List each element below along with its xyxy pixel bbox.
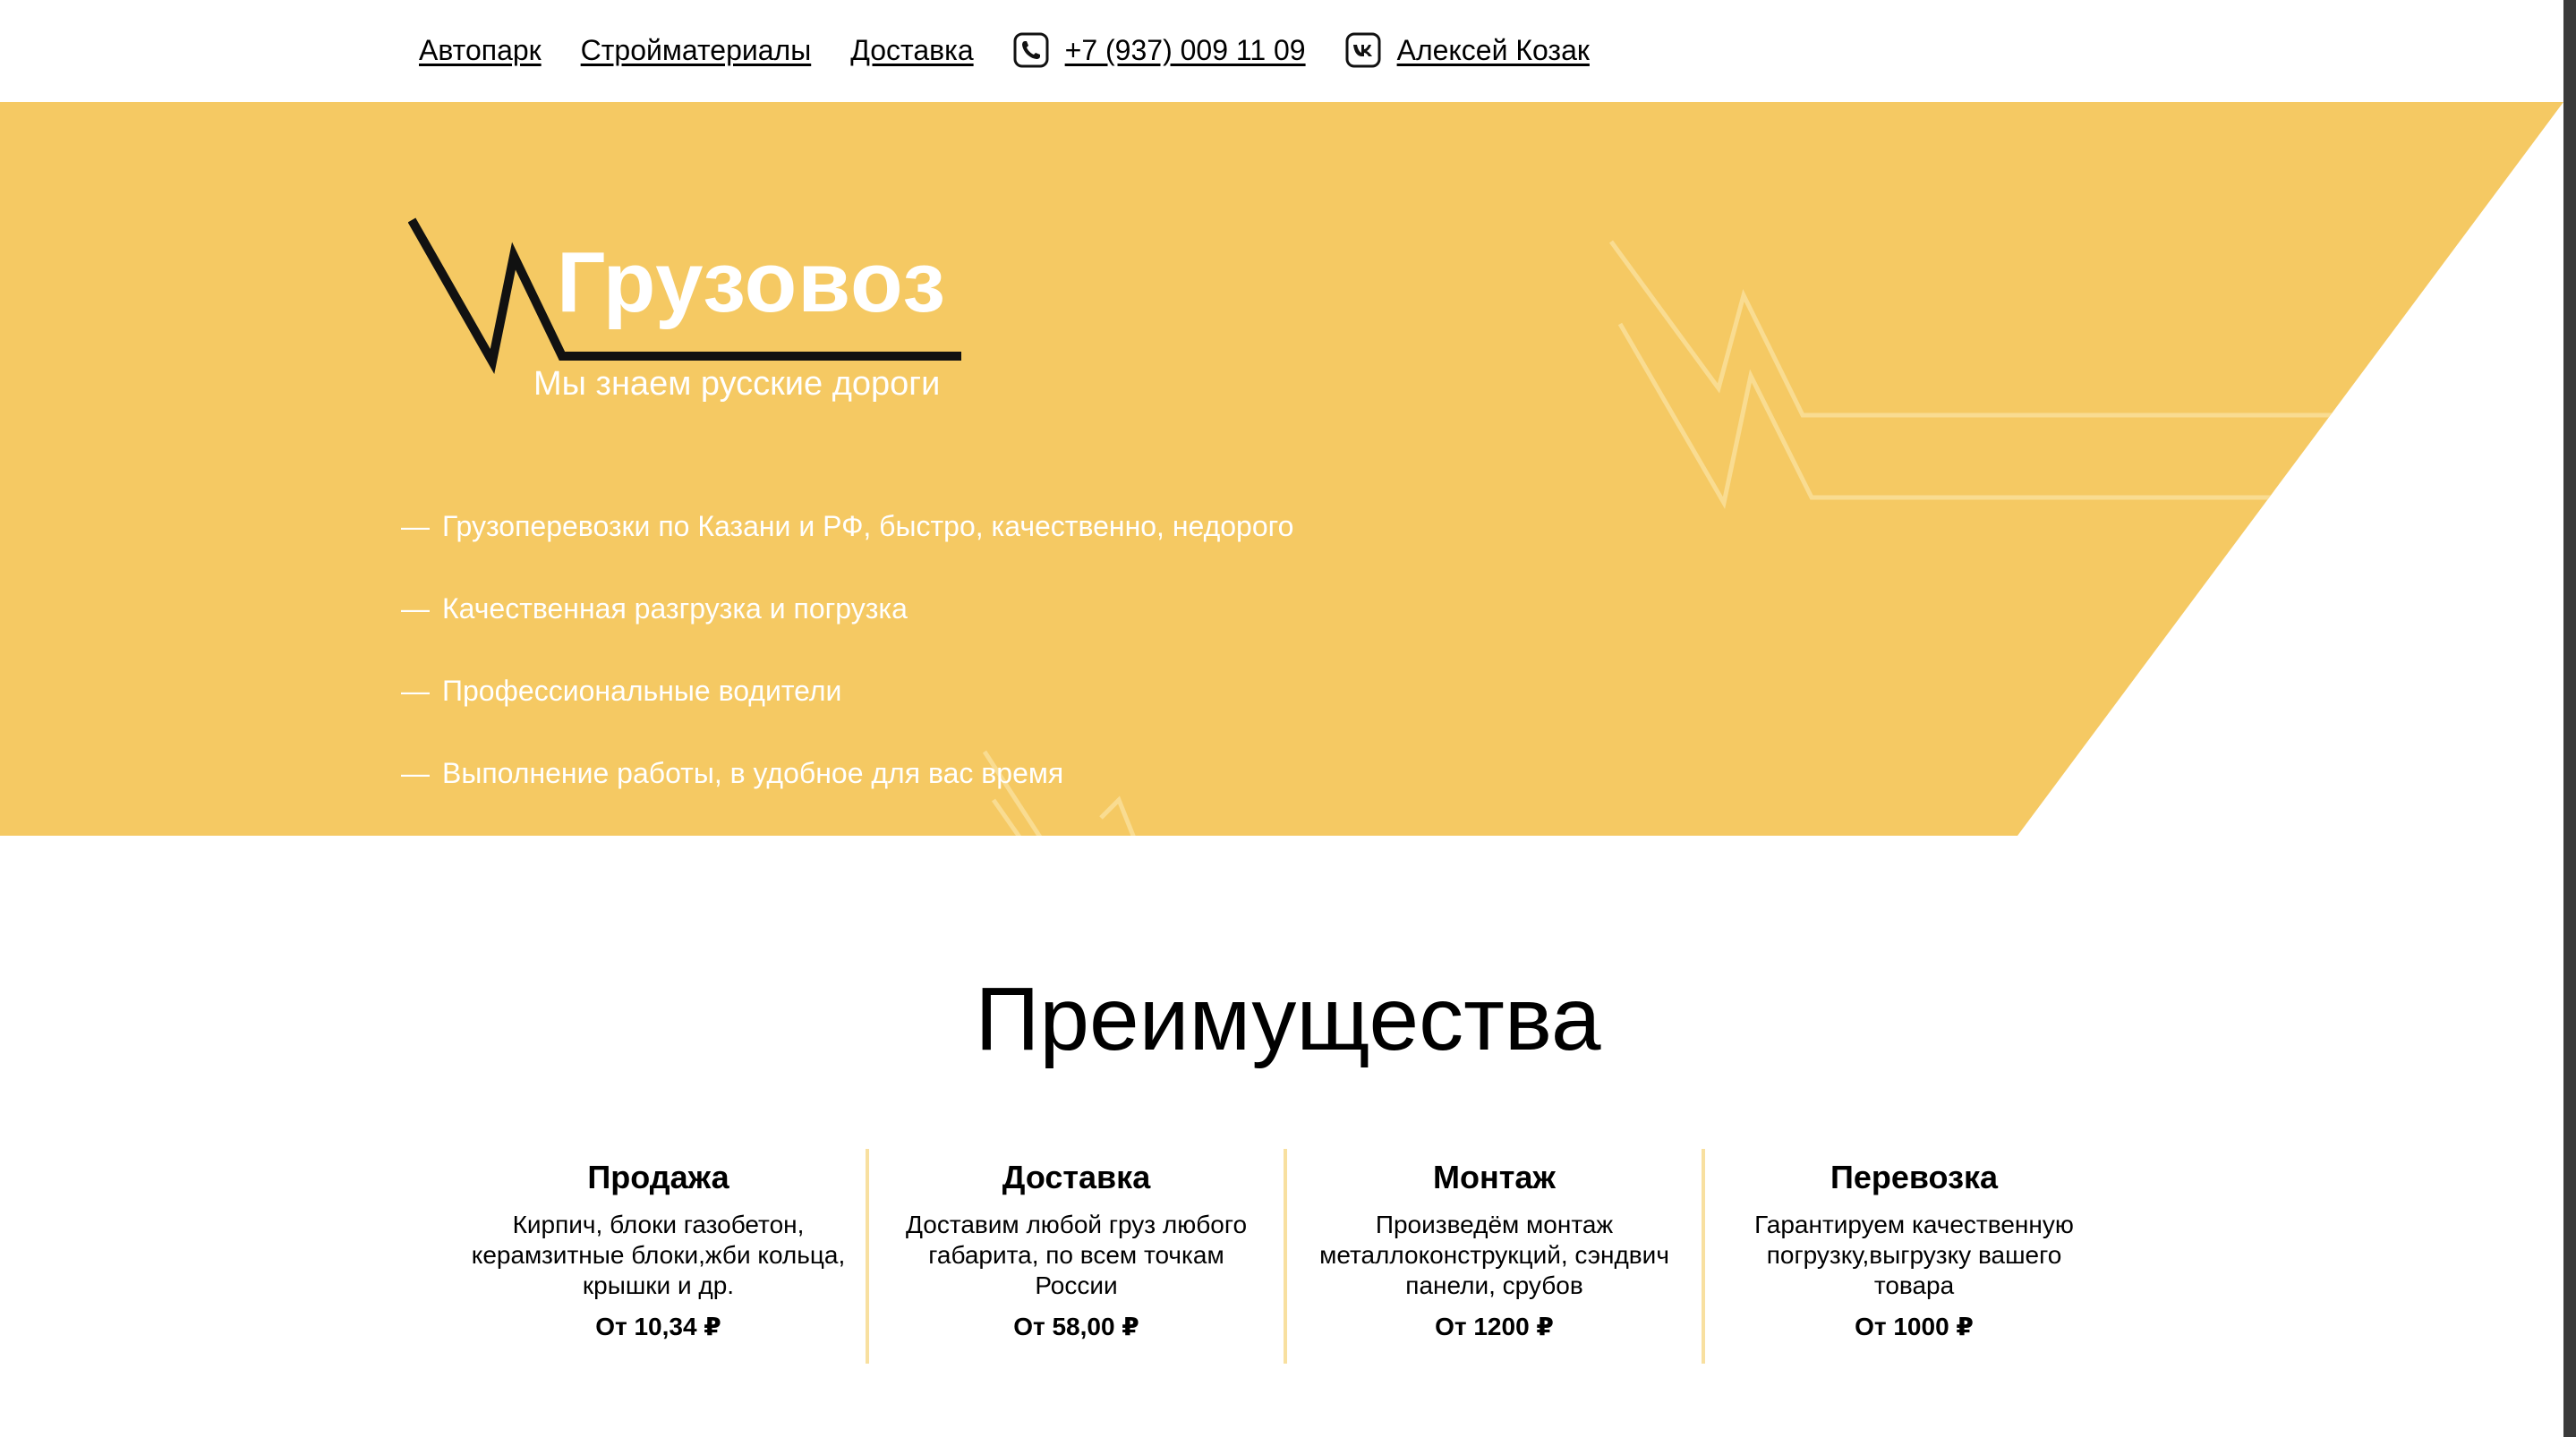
card-text: Гарантируем качественную погрузку,выгруз… — [1754, 1211, 2074, 1299]
hero-section: Грузовоз Мы знаем русские дороги — Грузоп… — [0, 102, 2563, 872]
feature-text: Грузоперевозки по Казани и РФ, быстро, к… — [442, 510, 1294, 542]
feature-bullet: — — [401, 510, 430, 542]
feature-text: Выполнение работы, в удобное для вас вре… — [442, 757, 1064, 789]
feature-item: — Выполнение работы, в удобное для вас вр… — [401, 748, 1293, 830]
nav-item-materials: Стройматериалы — [581, 34, 812, 67]
feature-text: Оплата сбербанк онлайн — [442, 839, 775, 872]
features-list: — Грузоперевозки по Казани и РФ, быстро, … — [401, 501, 1293, 913]
feature-bullet: — — [401, 675, 430, 707]
feature-item: — Оплата сбербанк онлайн — [401, 830, 1293, 913]
advantages-title: Преимущества — [975, 969, 1601, 1069]
logo-subtitle: Мы знаем русские дороги — [533, 365, 941, 403]
nav-item-vk: Алексей Козак — [1345, 32, 1590, 68]
card-title: Доставка — [1002, 1159, 1151, 1195]
phone-link[interactable]: +7 (937) 009 11 09 — [1065, 34, 1306, 67]
feature-item: — Грузоперевозки по Казани и РФ, быстро, … — [401, 501, 1293, 583]
window-edge — [2563, 0, 2576, 1437]
card-text: Произведём монтаж металлоконструкций, сэ… — [1319, 1211, 1669, 1299]
nav-item-autopark: Автопарк — [419, 34, 542, 67]
feature-bullet: — — [401, 757, 430, 789]
feature-item: — Качественная разгрузка и погрузка — [401, 583, 1293, 666]
vk-link[interactable]: Алексей Козак — [1397, 34, 1590, 67]
card-delivery: Доставка Доставим любой груз любого габа… — [869, 1149, 1287, 1364]
advantages-cards: Продажа Кирпич, блоки газобетон, керамзи… — [451, 1149, 2123, 1364]
card-title: Монтаж — [1433, 1159, 1556, 1195]
card-title: Перевозка — [1830, 1159, 1998, 1195]
card-price: От 1200 ₽ — [1435, 1313, 1554, 1340]
feature-text: Качественная разгрузка и погрузка — [442, 592, 908, 625]
feature-item: — Профессиональные водители — [401, 666, 1293, 748]
nav-item-delivery: Доставка — [850, 34, 973, 67]
card-price: От 58,00 ₽ — [1013, 1313, 1139, 1340]
vk-icon — [1345, 32, 1381, 68]
page: Автопарк Стройматериалы Доставка +7 (937… — [0, 0, 2576, 1437]
nav-link-autopark[interactable]: Автопарк — [419, 34, 542, 67]
nav-link-delivery[interactable]: Доставка — [850, 34, 973, 67]
feature-text: Профессиональные водители — [442, 675, 842, 707]
card-sale: Продажа Кирпич, блоки газобетон, керамзи… — [451, 1149, 869, 1364]
feature-bullet: — — [401, 592, 430, 625]
logo-title: Грузовоз — [557, 234, 947, 330]
card-transport: Перевозка Гарантируем качественную погру… — [1705, 1149, 2123, 1364]
card-price: От 10,34 ₽ — [595, 1313, 721, 1340]
nav-item-phone: +7 (937) 009 11 09 — [1013, 32, 1306, 68]
card-title: Продажа — [587, 1159, 729, 1195]
nav-link-materials[interactable]: Стройматериалы — [581, 34, 812, 67]
phone-icon — [1013, 32, 1049, 68]
card-text: Кирпич, блоки газобетон, керамзитные бло… — [471, 1211, 846, 1299]
card-text: Доставим любой груз любого габарита, по … — [905, 1211, 1248, 1299]
feature-bullet: — — [401, 839, 430, 872]
card-mounting: Монтаж Произведём монтаж металлоконструк… — [1287, 1149, 1705, 1364]
card-price: От 1000 ₽ — [1855, 1313, 1974, 1340]
top-nav: Автопарк Стройматериалы Доставка +7 (937… — [419, 27, 1629, 73]
